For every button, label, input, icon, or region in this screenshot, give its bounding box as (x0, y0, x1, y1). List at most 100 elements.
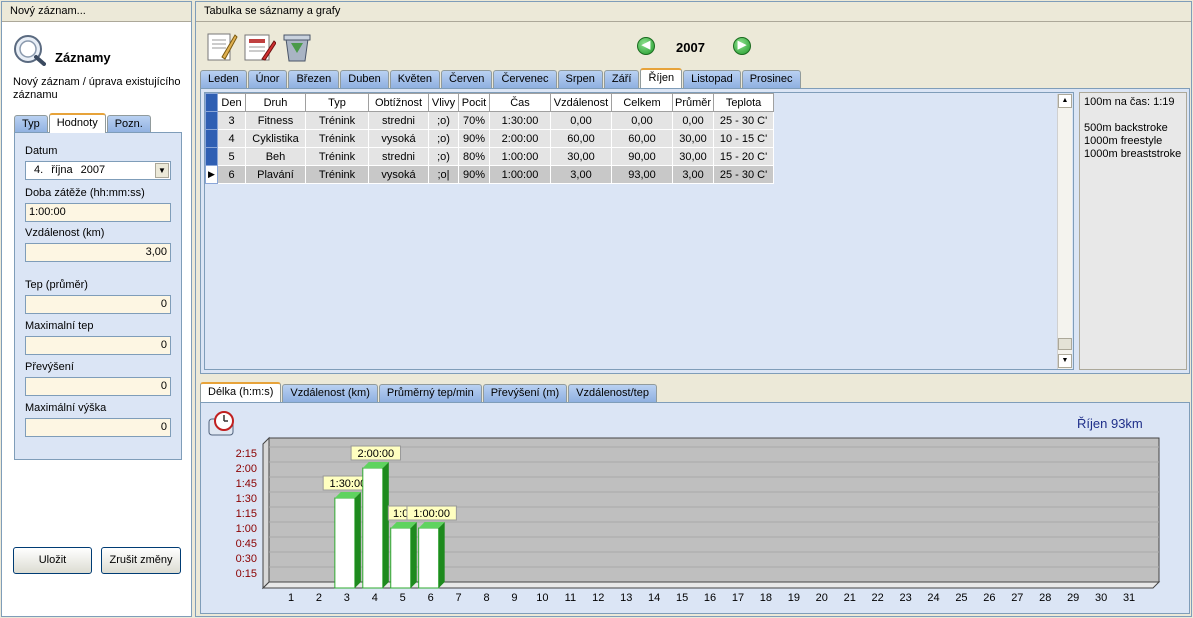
x-tick-label: 28 (1039, 592, 1051, 604)
y-tick-label: 1:45 (236, 478, 257, 490)
next-year-button[interactable]: ▶ (733, 37, 751, 55)
scroll-down-icon[interactable]: ▼ (1058, 354, 1072, 368)
table-cell: 30,00 (550, 147, 612, 166)
tab-hodnoty[interactable]: Hodnoty (48, 113, 106, 133)
table-row[interactable]: 4 Cyklistika Trénink vysoká ;o) 90% 2:00:00 60,… (205, 129, 775, 148)
tab-month[interactable]: Červen (440, 70, 493, 88)
prevyseni-field[interactable]: 0 (25, 377, 171, 396)
app-header: Záznamy (12, 34, 182, 68)
row-selector[interactable]: ▶ (205, 165, 218, 184)
table-cell: 10 - 15 C' (713, 129, 775, 148)
table-cell: 6 (217, 165, 246, 184)
tab-month[interactable]: Únor (247, 70, 288, 88)
table-cell: Trénink (305, 111, 369, 130)
table-cell: 93,00 (611, 165, 673, 184)
column-header[interactable]: Vlivy (428, 93, 459, 112)
column-header[interactable]: Teplota (713, 93, 775, 112)
vertical-scrollbar[interactable]: ▲ ▼ (1057, 94, 1072, 369)
tab-chart[interactable]: Převýšení (m) (482, 384, 568, 402)
save-button[interactable]: Uložit (13, 547, 92, 574)
bar-side (438, 522, 445, 588)
data-label: 1:30:00 (330, 478, 367, 490)
y-tick-label: 0:15 (236, 568, 257, 580)
table-cell: 1:30:00 (489, 111, 551, 130)
table-cell: 60,00 (550, 129, 612, 148)
table-cell: 0,00 (672, 111, 715, 130)
table-cell: 0,00 (550, 111, 612, 130)
tab-month[interactable]: Říjen (640, 68, 683, 88)
table-cell: ;o) (428, 129, 459, 148)
table-cell: 25 - 30 C' (713, 111, 775, 130)
x-tick-label: 26 (983, 592, 995, 604)
table-cell: ;o| (428, 165, 459, 184)
tep-field[interactable]: 0 (25, 295, 171, 314)
scroll-thumb[interactable] (1058, 338, 1072, 350)
tab-month[interactable]: Prosinec (741, 70, 801, 88)
new-record-icon[interactable] (204, 29, 238, 63)
datum-picker[interactable]: 4. října 2007 ▼ (25, 161, 171, 180)
column-header[interactable]: Den (217, 93, 246, 112)
column-header[interactable]: Průměr (671, 93, 715, 112)
tab-month[interactable]: Listopad (683, 70, 741, 88)
vzdalenost-field[interactable]: 3,00 (25, 243, 171, 262)
records-table: Den Druh Typ Obtížnost Vlivy Pocit Čas Vzdáleno… (205, 93, 775, 184)
table-cell: 3 (217, 111, 246, 130)
x-tick-label: 23 (899, 592, 911, 604)
tab-chart[interactable]: Průměrný tep/min (378, 384, 482, 402)
tab-chart[interactable]: Vzdálenost (km) (282, 384, 378, 402)
tep-label: Tep (průměr) (25, 279, 88, 291)
tab-typ[interactable]: Typ (14, 115, 48, 133)
table-cell: 90% (458, 165, 490, 184)
column-header[interactable]: Obtížnost (368, 93, 429, 112)
column-header[interactable]: Čas (489, 93, 551, 112)
tab-month[interactable]: Leden (200, 70, 247, 88)
chevron-down-icon[interactable]: ▼ (155, 163, 169, 178)
tab-month[interactable]: Duben (340, 70, 389, 88)
doba-label: Doba zátěže (hh:mm:ss) (25, 187, 145, 199)
tab-month[interactable]: Červenec (493, 70, 557, 88)
table-cell: 90% (458, 129, 490, 148)
maxvyska-label: Maximální výška (25, 402, 107, 414)
bar (362, 467, 384, 589)
doba-field[interactable]: 1:00:00 (25, 203, 171, 222)
previous-year-button[interactable]: ◀ (637, 37, 655, 55)
datum-year: 2007 (80, 164, 106, 176)
record-editor-panel: Nový záznam... Záznamy Nový záznam / úpr… (1, 1, 192, 617)
table-cell: 30,00 (672, 147, 715, 166)
column-header[interactable]: Pocit (458, 93, 490, 112)
table-cell: 3,00 (672, 165, 715, 184)
row-selector[interactable] (205, 129, 218, 148)
delete-record-icon[interactable] (280, 29, 314, 63)
row-selector[interactable] (205, 147, 218, 166)
maxtep-label: Maximalní tep (25, 320, 94, 332)
table-area: Den Druh Typ Obtížnost Vlivy Pocit Čas Vzdáleno… (200, 88, 1190, 374)
table-row[interactable]: ▶ 6 Plavání Trénink vysoká ;o| 90% 1:00:00 3,00 9… (205, 165, 775, 184)
maxtep-field[interactable]: 0 (25, 336, 171, 355)
tab-month[interactable]: Březen (288, 70, 340, 88)
row-selector[interactable] (205, 111, 218, 130)
bar (418, 527, 440, 589)
x-tick-label: 29 (1067, 592, 1079, 604)
row-header-corner (205, 93, 218, 112)
scroll-up-icon[interactable]: ▲ (1058, 94, 1072, 108)
tab-month[interactable]: Květen (389, 70, 440, 88)
cancel-changes-button[interactable]: Zrušit změny (101, 547, 181, 574)
tab-month[interactable]: Září (603, 70, 640, 88)
table-row[interactable]: 3 Fitness Trénink stredni ;o) 70% 1:30:00 0,00 0… (205, 111, 775, 130)
column-header[interactable]: Celkem (611, 93, 673, 112)
column-header[interactable]: Vzdálenost (550, 93, 612, 112)
tab-month[interactable]: Srpen (557, 70, 603, 88)
table-row[interactable]: 5 Beh Trénink stredni ;o) 80% 1:00:00 30,00 90,0… (205, 147, 775, 166)
edit-record-icon[interactable] (242, 29, 276, 63)
maxvyska-field[interactable]: 0 (25, 418, 171, 437)
table-cell: Trénink (305, 129, 369, 148)
note-line: 1000m breaststroke (1084, 148, 1182, 160)
x-tick-label: 6 (428, 592, 434, 604)
tab-poznamky[interactable]: Pozn. (106, 115, 151, 133)
column-header[interactable]: Typ (305, 93, 369, 112)
column-header[interactable]: Druh (245, 93, 306, 112)
right-panel-title: Tabulka se sáznamy a grafy (196, 2, 1191, 22)
tab-chart[interactable]: Vzdálenost/tep (568, 384, 657, 402)
editor-tabs: Typ Hodnoty Pozn. (14, 113, 152, 133)
tab-chart[interactable]: Délka (h:m:s) (200, 382, 282, 402)
